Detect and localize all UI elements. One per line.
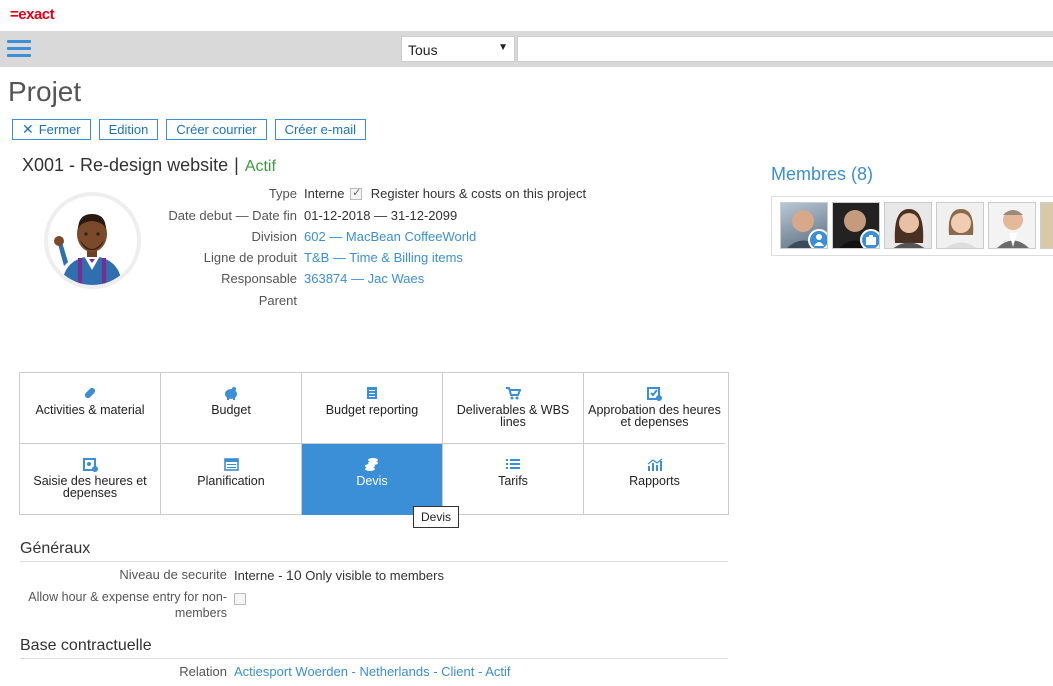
tile-reports[interactable]: Rapports xyxy=(584,444,725,515)
chart-icon xyxy=(647,456,663,472)
create-email-button[interactable]: Créer e-mail xyxy=(274,119,367,140)
tile-approval[interactable]: Approbation des heures et depenses xyxy=(584,373,725,444)
scope-select-value: Tous xyxy=(408,42,438,58)
parent-label: Parent xyxy=(258,293,297,308)
members-panel: Membres (8) xyxy=(771,164,1053,256)
tile-time-entry[interactable]: Saisie des heures et depenses xyxy=(20,444,161,515)
type-label: Type xyxy=(268,186,297,201)
approval-icon xyxy=(647,385,662,401)
security-description: Only visible to members xyxy=(305,568,444,583)
security-level-number: 10 xyxy=(286,567,302,583)
product-line-label: Ligne de produit xyxy=(203,250,297,265)
security-value-prefix: Interne - xyxy=(234,568,287,583)
product-line-link[interactable]: T&B — Time & Billing items xyxy=(304,250,463,265)
manager-link[interactable]: 363874 — Jac Waes xyxy=(304,271,424,286)
cart-icon xyxy=(505,385,521,401)
tile-label: Approbation des heures et depenses xyxy=(588,403,721,429)
calendar-icon xyxy=(223,456,239,472)
tile-label: Deliverables & WBS lines xyxy=(456,403,570,429)
tile-label: Budget reporting xyxy=(325,403,419,417)
relation-link[interactable]: Actiesport Woerden - Netherlands - Clien… xyxy=(234,664,511,679)
close-button-label: Fermer xyxy=(38,122,81,137)
exact-logo: =exact xyxy=(10,6,55,23)
tile-planning[interactable]: Planification xyxy=(161,444,302,515)
time-entry-icon xyxy=(82,456,98,472)
create-letter-button[interactable]: Créer courrier xyxy=(166,119,267,140)
field-allow-entry: Allow hour & expense entry for non-membe… xyxy=(0,589,700,625)
manager-label: Responsable xyxy=(221,271,297,286)
tile-label: Budget xyxy=(211,403,251,417)
tooltip: Devis xyxy=(413,506,460,528)
project-tiles: Activities & material Budget Budget repo… xyxy=(19,372,729,515)
section-contract-title: Base contractuelle xyxy=(20,637,728,659)
briefcase-icon xyxy=(860,229,879,248)
tile-budget[interactable]: Budget xyxy=(161,373,302,444)
list-icon xyxy=(506,456,520,472)
register-label: Register hours & costs on this project xyxy=(370,186,587,201)
pill-icon xyxy=(83,385,97,401)
ledger-icon xyxy=(365,385,379,401)
edit-button[interactable]: Edition xyxy=(98,119,159,140)
register-checkbox[interactable] xyxy=(350,186,363,200)
member-photo[interactable] xyxy=(884,202,932,249)
field-relation: Relation Actiesport Woerden - Netherland… xyxy=(0,664,700,684)
tile-label: Rapports xyxy=(629,474,680,488)
member-photo[interactable] xyxy=(1040,202,1053,249)
project-name: X001 - Re-design website xyxy=(22,155,229,175)
scope-select[interactable]: Tous ▼ xyxy=(401,36,515,62)
division-link[interactable]: 602 — MacBean CoffeeWorld xyxy=(304,229,476,244)
menu-icon[interactable] xyxy=(7,40,31,58)
dates-value: 01-12-2018 — 31-12-2099 xyxy=(304,208,458,223)
tile-deliverables[interactable]: Deliverables & WBS lines xyxy=(443,373,584,444)
tile-budget-reporting[interactable]: Budget reporting xyxy=(302,373,443,444)
close-icon: ✕ xyxy=(22,121,34,137)
division-label: Division xyxy=(251,229,297,244)
status-badge: Actif xyxy=(244,158,276,175)
members-list xyxy=(771,196,1053,256)
toolbar: ✕ Fermer Edition Créer courrier Créer e-… xyxy=(12,119,367,140)
dropdown-arrow-icon: ▼ xyxy=(498,42,508,53)
member-photo[interactable] xyxy=(780,202,828,249)
page-title: Projet xyxy=(8,76,82,107)
tile-label: Planification xyxy=(197,474,265,488)
project-header: X001 - Re-design website | Actif xyxy=(22,155,276,176)
security-label: Niveau de securite xyxy=(119,567,227,582)
member-photo[interactable] xyxy=(936,202,984,249)
allow-entry-checkbox[interactable] xyxy=(234,593,246,605)
tile-label: Devis xyxy=(356,474,388,488)
member-photo[interactable] xyxy=(988,202,1036,249)
search-input[interactable] xyxy=(517,36,1053,62)
user-icon xyxy=(808,229,827,248)
member-photo[interactable] xyxy=(832,202,880,249)
tile-activities[interactable]: Activities & material xyxy=(20,373,161,444)
section-general-title: Généraux xyxy=(20,540,728,562)
close-button[interactable]: ✕ Fermer xyxy=(12,119,91,140)
header-separator: | xyxy=(234,155,239,175)
piggy-bank-icon xyxy=(223,385,239,401)
members-title[interactable]: Membres (8) xyxy=(771,164,873,185)
tile-rates[interactable]: Tarifs xyxy=(443,444,584,515)
tile-label: Saisie des heures et depenses xyxy=(33,474,147,500)
coins-icon xyxy=(364,456,380,472)
type-value: Interne xyxy=(304,186,345,201)
tile-label: Activities & material xyxy=(35,403,145,417)
tile-label: Tarifs xyxy=(498,474,528,488)
relation-label: Relation xyxy=(179,664,227,679)
allow-entry-label: Allow hour & expense entry for non-membe… xyxy=(28,590,227,620)
dates-label: Date debut — Date fin xyxy=(168,208,297,223)
tile-quotes[interactable]: Devis xyxy=(302,444,443,515)
field-security-level: Niveau de securite Interne - 10 Only vis… xyxy=(0,567,700,587)
